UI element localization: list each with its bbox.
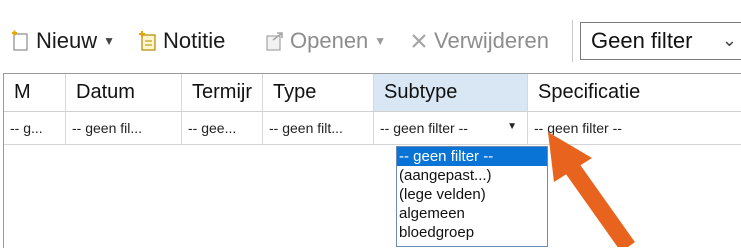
column-header-subtype[interactable]: Subtype [374, 74, 528, 111]
filter-cell-datum[interactable]: -- geen fil... [66, 112, 182, 144]
delete-label: Verwijderen [434, 28, 549, 53]
column-header-specificatie[interactable]: Specificatie [528, 74, 741, 111]
chevron-down-icon[interactable]: ⌄ [722, 30, 737, 51]
delete-button[interactable]: Verwijderen [408, 26, 549, 56]
note-label: Notitie [163, 28, 226, 53]
dropdown-option[interactable]: algemeen [397, 204, 547, 223]
open-icon [264, 30, 286, 52]
new-document-icon [10, 30, 32, 52]
dropdown-option[interactable]: -- geen filter -- [397, 147, 547, 166]
note-button[interactable]: Notitie [137, 26, 225, 56]
open-button[interactable]: Openen ▼ [264, 26, 386, 56]
filter-cell-subtype-value: -- geen filter -- [380, 120, 468, 136]
note-icon [137, 30, 159, 52]
filter-cell-m[interactable]: -- g... [4, 112, 66, 144]
chevron-down-icon[interactable]: ▼ [103, 34, 115, 48]
column-header-m[interactable]: M [4, 74, 66, 111]
filter-cell-type[interactable]: -- geen filt... [263, 112, 374, 144]
dropdown-option[interactable]: (aangepast...) [397, 166, 547, 185]
new-label: Nieuw [36, 28, 98, 53]
new-button[interactable]: Nieuw ▼ [10, 26, 115, 56]
data-grid: M Datum Termijr Type Subtype Specificati… [3, 73, 741, 248]
filter-select[interactable]: Geen filter ⌄ [580, 22, 741, 60]
filter-cell-termijn[interactable]: -- gee... [182, 112, 263, 144]
dropdown-option[interactable]: (lege velden) [397, 185, 547, 204]
caret-down-icon[interactable]: ▼ [507, 121, 517, 132]
filter-cell-specificatie[interactable]: -- geen filter -- [528, 112, 741, 144]
header-row: M Datum Termijr Type Subtype Specificati… [4, 74, 741, 112]
filter-row: -- g... -- geen fil... -- gee... -- geen… [4, 112, 741, 145]
dropdown-option[interactable]: bloedgroep [397, 223, 547, 242]
column-header-type[interactable]: Type [263, 74, 374, 111]
open-label: Openen [290, 28, 369, 53]
column-header-datum[interactable]: Datum [66, 74, 182, 111]
filter-cell-subtype[interactable]: -- geen filter -- ▼ [374, 112, 528, 144]
filter-select-value: Geen filter [591, 28, 693, 53]
column-header-termijn[interactable]: Termijr [182, 74, 263, 111]
delete-x-icon [408, 30, 430, 52]
toolbar-separator [572, 20, 573, 62]
subtype-filter-dropdown[interactable]: -- geen filter -- (aangepast...) (lege v… [396, 146, 548, 247]
chevron-down-icon[interactable]: ▼ [374, 34, 386, 48]
toolbar: Nieuw ▼ Notitie Openen ▼ Verwijderen Gee… [0, 0, 741, 74]
